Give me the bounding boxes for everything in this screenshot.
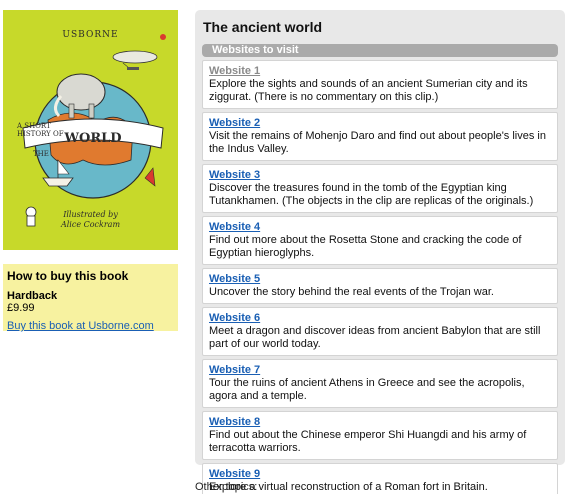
website-item: Website 5 Uncover the story behind the r… — [202, 268, 558, 304]
buy-box-title: How to buy this book — [7, 269, 129, 283]
website-link[interactable]: Website 3 — [209, 169, 260, 182]
cover-credit: Illustrated by Alice Cockram — [3, 210, 178, 230]
website-item: Website 8 Find out about the Chinese emp… — [202, 411, 558, 460]
website-item: Website 7 Tour the ruins of ancient Athe… — [202, 359, 558, 408]
website-description: Discover the treasures found in the tomb… — [209, 182, 534, 207]
website-link[interactable]: Website 6 — [209, 312, 260, 325]
website-link[interactable]: Website 7 — [209, 364, 260, 377]
buy-book-link[interactable]: Buy this book at Usborne.com — [7, 320, 154, 332]
svg-text:WORLD: WORLD — [63, 131, 121, 146]
website-item: Website 6 Meet a dragon and discover ide… — [202, 307, 558, 356]
book-price: £9.99 — [7, 302, 35, 314]
website-description: Uncover the story behind the real events… — [209, 286, 494, 298]
panel-title: The ancient world — [203, 19, 323, 35]
website-description: Explore a virtual reconstruction of a Ro… — [209, 481, 488, 493]
svg-text:A SHORT: A SHORT — [16, 122, 51, 130]
website-link[interactable]: Website 2 — [209, 117, 260, 130]
how-to-buy-box: How to buy this book Hardback £9.99 Buy … — [3, 264, 178, 332]
book-format: Hardback — [7, 290, 58, 302]
website-description: Tour the ruins of ancient Athens in Gree… — [209, 377, 525, 402]
cover-brand: USBORNE — [62, 30, 119, 40]
website-description: Visit the remains of Mohenjo Daro and fi… — [209, 130, 546, 155]
websites-panel: The ancient world Websites to visit Webs… — [195, 10, 565, 494]
cover-credit-line2: Alice Cockram — [60, 220, 121, 229]
website-description: Find out about the Chinese emperor Shi H… — [209, 429, 527, 454]
book-cover-image: WORLD A SHORT HISTORY OF THE USBORNE Ill… — [3, 10, 178, 250]
websites-section-header: Websites to visit — [202, 44, 558, 57]
website-link[interactable]: Website 1 — [209, 65, 260, 78]
website-description: Find out more about the Rosetta Stone an… — [209, 234, 522, 259]
website-item: Website 3 Discover the treasures found i… — [202, 164, 558, 213]
website-description: Meet a dragon and discover ideas from an… — [209, 325, 541, 350]
website-item: Website 1 Explore the sights and sounds … — [202, 60, 558, 109]
other-topics-label: Other topics: — [195, 481, 258, 493]
website-link[interactable]: Website 8 — [209, 416, 260, 429]
website-description: Explore the sights and sounds of an anci… — [209, 78, 528, 103]
website-item: Website 2 Visit the remains of Mohenjo D… — [202, 112, 558, 161]
website-link[interactable]: Website 9 — [209, 468, 260, 481]
website-link[interactable]: Website 4 — [209, 221, 260, 234]
website-item: Website 4 Find out more about the Rosett… — [202, 216, 558, 265]
svg-text:HISTORY OF: HISTORY OF — [17, 130, 64, 138]
svg-text:THE: THE — [33, 150, 49, 158]
cover-credit-line1: Illustrated by — [63, 210, 118, 219]
website-link[interactable]: Website 5 — [209, 273, 260, 286]
